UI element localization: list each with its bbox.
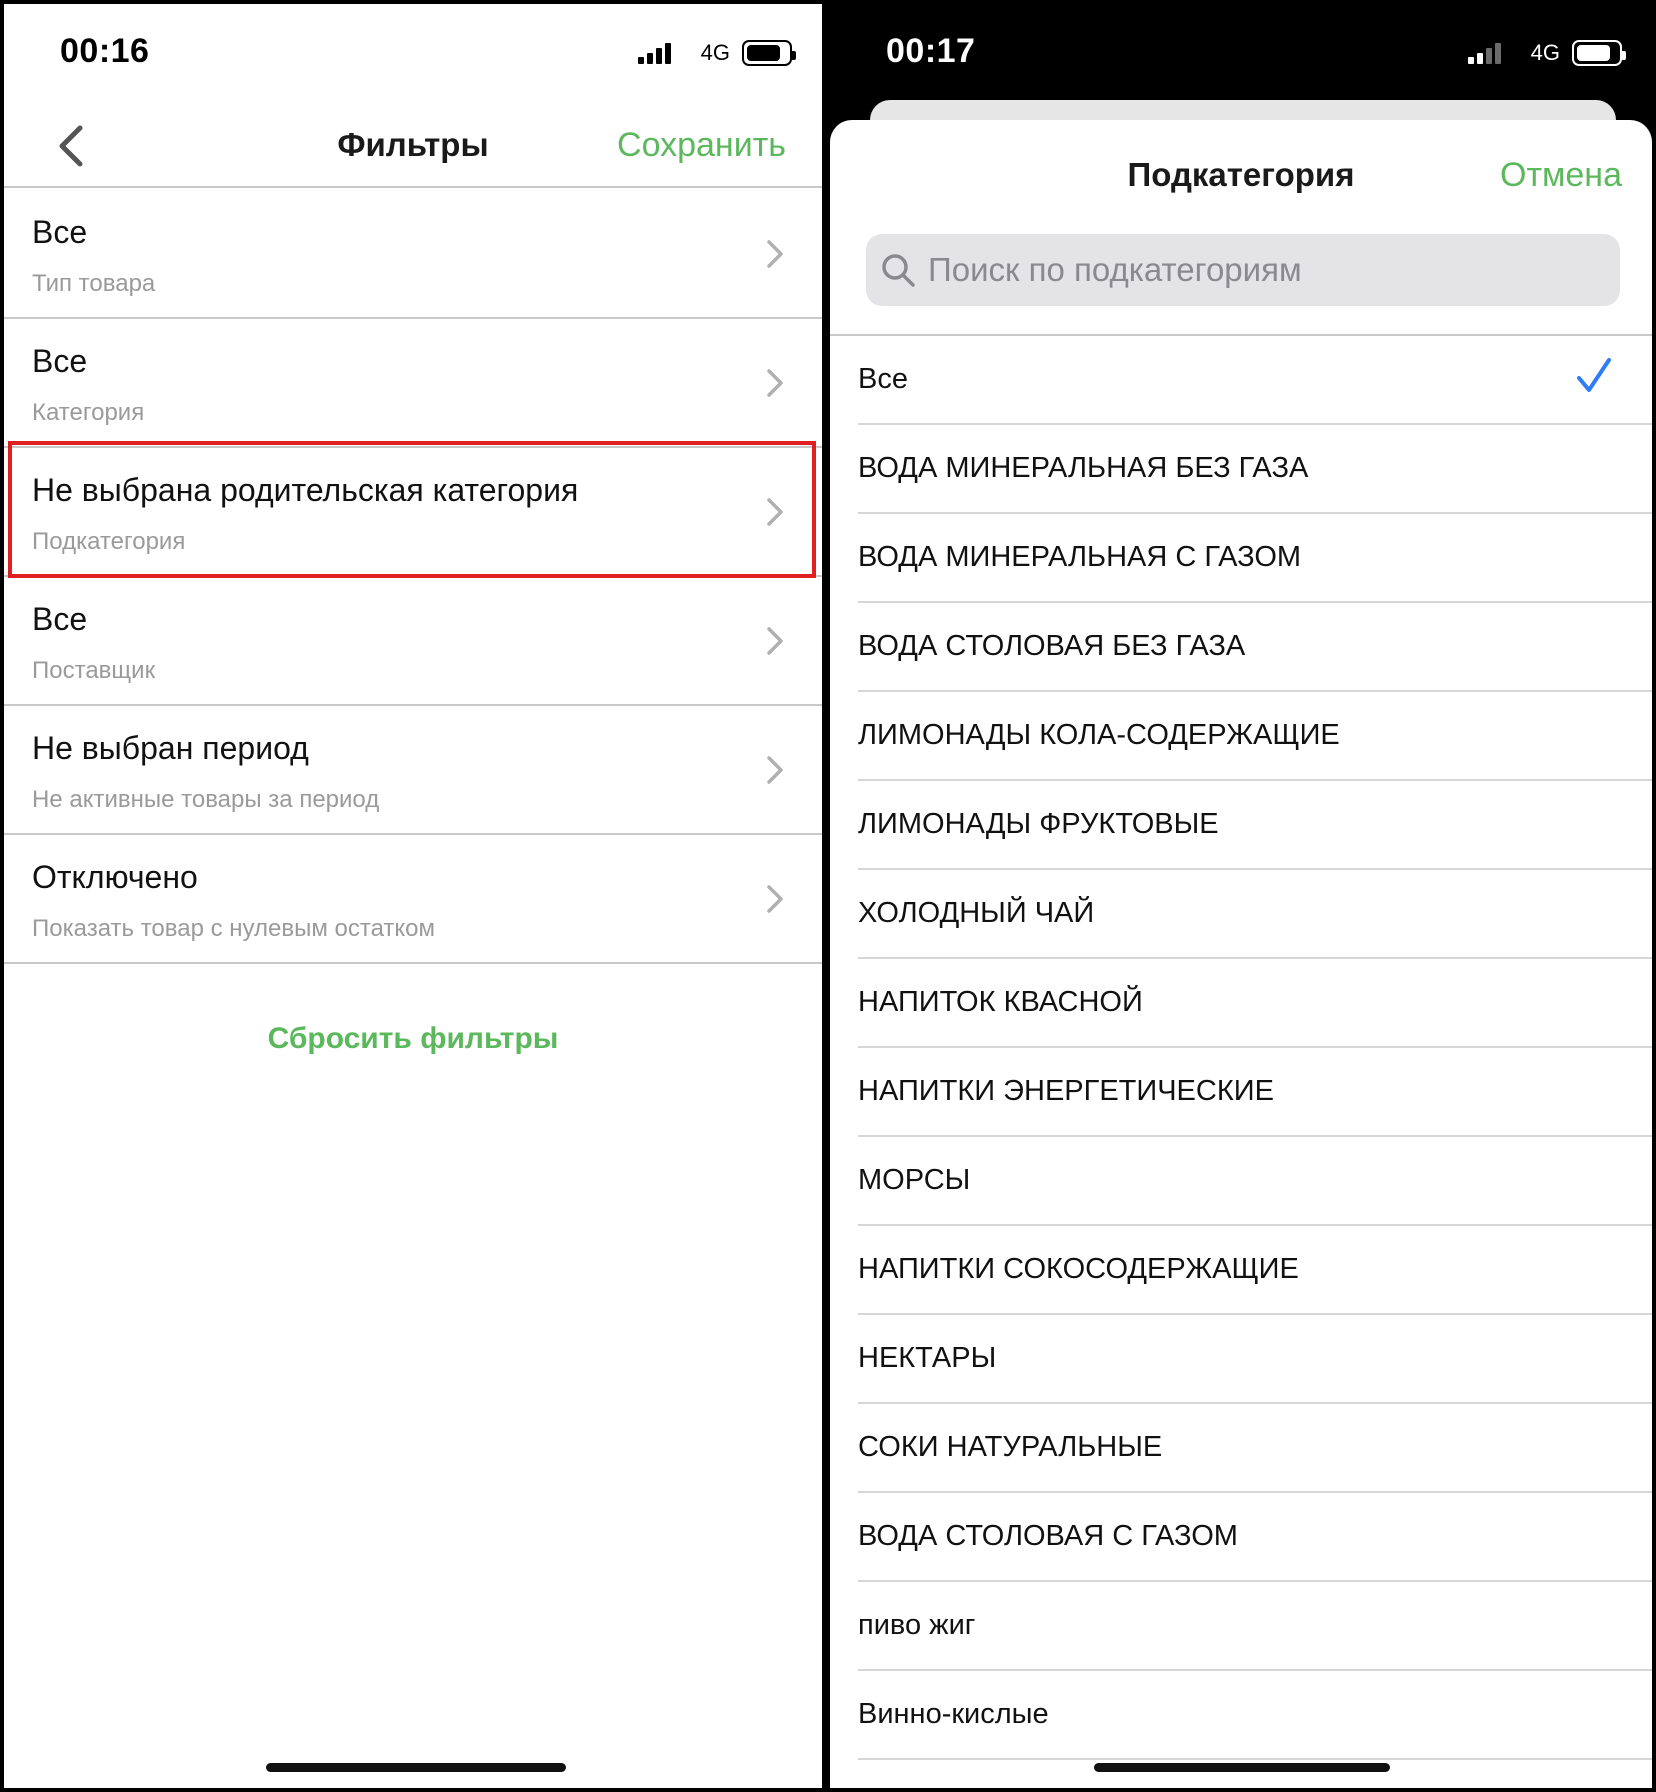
subcategory-label: пиво жиг [858, 1609, 976, 1641]
subcategory-sheet: Подкатегория Отмена ВсеВОДА МИНЕРАЛЬНАЯ … [830, 120, 1652, 1788]
filter-value: Все [32, 214, 88, 250]
save-button[interactable]: Сохранить [617, 126, 786, 165]
chevron-right-icon [767, 885, 783, 913]
subcategory-item[interactable]: НАПИТОК КВАСНОЙ [858, 959, 1652, 1048]
subcategory-item[interactable]: ХОЛОДНЫЙ ЧАЙ [858, 870, 1652, 959]
filter-label: Категория [32, 399, 145, 426]
subcategory-item[interactable]: ВОДА СТОЛОВАЯ БЕЗ ГАЗА [858, 603, 1652, 692]
signal-icon [1468, 42, 1504, 64]
filter-row[interactable]: Все Поставщик [4, 577, 822, 706]
chevron-right-icon [767, 498, 783, 526]
subcategory-label: НЕКТАРЫ [858, 1342, 997, 1374]
filters-screen: 00:16 4G Фильтры Сохранить Все Тип товара… [0, 0, 826, 1792]
subcategory-label: ВОДА СТОЛОВАЯ БЕЗ ГАЗА [858, 630, 1246, 662]
subcategory-label: ВОДА МИНЕРАЛЬНАЯ С ГАЗОМ [858, 541, 1302, 573]
subcategory-item[interactable]: ЛИМОНАДЫ КОЛА-СОДЕРЖАЩИЕ [858, 692, 1652, 781]
subcategory-item[interactable]: НАПИТКИ ЭНЕРГЕТИЧЕСКИЕ [858, 1048, 1652, 1137]
subcategory-item[interactable]: Винно-кислые [858, 1671, 1652, 1760]
filter-value: Все [32, 343, 88, 379]
subcategory-label: СОКИ НАТУРАЛЬНЫЕ [858, 1431, 1163, 1463]
network-label: 4G [1530, 40, 1560, 65]
chevron-right-icon [767, 627, 783, 655]
subcategory-label: ВОДА СТОЛОВАЯ С ГАЗОМ [858, 1520, 1238, 1552]
subcategory-item[interactable]: МОРСЫ [858, 1137, 1652, 1226]
search-icon [882, 254, 915, 287]
filter-row[interactable]: Все Категория [4, 319, 822, 448]
subcategory-item[interactable]: ВОДА СТОЛОВАЯ С ГАЗОМ [858, 1493, 1652, 1582]
back-button[interactable] [52, 122, 92, 170]
subcategory-item[interactable]: НЕКТАРЫ [858, 1315, 1652, 1404]
filter-row[interactable]: Отключено Показать товар с нулевым остатк… [4, 835, 822, 964]
status-time: 00:17 [886, 32, 976, 70]
battery-icon [742, 40, 796, 66]
search-bar [866, 234, 1620, 306]
reset-filters-button[interactable]: Сбросить фильтры [4, 1022, 822, 1056]
subcategory-item[interactable]: ВОДА МИНЕРАЛЬНАЯ С ГАЗОМ [858, 514, 1652, 603]
filter-label: Показать товар с нулевым остатком [32, 915, 436, 942]
subcategory-item[interactable]: пиво жиг [858, 1582, 1652, 1671]
filter-row[interactable]: Не выбрана родительская категория Подкате… [4, 448, 822, 577]
subcategory-item[interactable]: ЛИМОНАДЫ ФРУКТОВЫЕ [858, 781, 1652, 870]
filter-value: Не выбрана родительская категория [32, 472, 579, 508]
subcategory-label: ЛИМОНАДЫ КОЛА-СОДЕРЖАЩИЕ [858, 719, 1340, 751]
filter-label: Не активные товары за период [32, 786, 380, 813]
status-bar: 00:16 4G [4, 4, 822, 104]
subcategory-item[interactable]: ВОДА МИНЕРАЛЬНАЯ БЕЗ ГАЗА [858, 425, 1652, 514]
subcategory-item[interactable]: Все [858, 336, 1652, 425]
subcategory-label: Винно-кислые [858, 1698, 1049, 1730]
battery-icon [1572, 40, 1626, 66]
filter-row[interactable]: Не выбран период Не активные товары за пе… [4, 706, 822, 835]
status-time: 00:16 [60, 32, 150, 70]
filter-value: Не выбран период [32, 730, 309, 766]
subcategory-label: ВОДА МИНЕРАЛЬНАЯ БЕЗ ГАЗА [858, 452, 1309, 484]
filter-value: Все [32, 601, 88, 637]
cancel-button[interactable]: Отмена [1500, 156, 1622, 195]
network-label: 4G [700, 40, 730, 65]
checkmark-icon [1577, 358, 1611, 392]
subcategory-label: МОРСЫ [858, 1164, 971, 1196]
subcategory-label: НАПИТКИ ЭНЕРГЕТИЧЕСКИЕ [858, 1075, 1274, 1107]
filter-label: Поставщик [32, 657, 156, 684]
signal-icon [638, 42, 674, 64]
subcategory-screen: 00:17 4G Подкатегория Отмена ВсеВОДА МИН… [826, 0, 1656, 1792]
filter-label: Подкатегория [32, 528, 186, 555]
home-indicator [1094, 1763, 1390, 1772]
filter-value: Отключено [32, 859, 198, 895]
filter-label: Тип товара [32, 270, 156, 297]
subcategory-item[interactable]: СОКИ НАТУРАЛЬНЫЕ [858, 1404, 1652, 1493]
chevron-right-icon [767, 369, 783, 397]
chevron-right-icon [767, 756, 783, 784]
subcategory-label: Все [858, 363, 908, 395]
subcategory-label: НАПИТОК КВАСНОЙ [858, 986, 1143, 1018]
subcategory-label: ЛИМОНАДЫ ФРУКТОВЫЕ [858, 808, 1219, 840]
subcategory-item[interactable]: НАПИТКИ СОКОСОДЕРЖАЩИЕ [858, 1226, 1652, 1315]
status-bar: 00:17 4G [830, 4, 1652, 104]
chevron-right-icon [767, 240, 783, 268]
subcategory-label: НАПИТКИ СОКОСОДЕРЖАЩИЕ [858, 1253, 1299, 1285]
home-indicator [266, 1763, 566, 1772]
search-input[interactable] [928, 234, 1608, 306]
subcategory-label: ХОЛОДНЫЙ ЧАЙ [858, 897, 1095, 929]
chevron-left-icon [59, 125, 83, 167]
filter-row[interactable]: Все Тип товара [4, 190, 822, 319]
nav-bar: Фильтры Сохранить [4, 104, 822, 188]
